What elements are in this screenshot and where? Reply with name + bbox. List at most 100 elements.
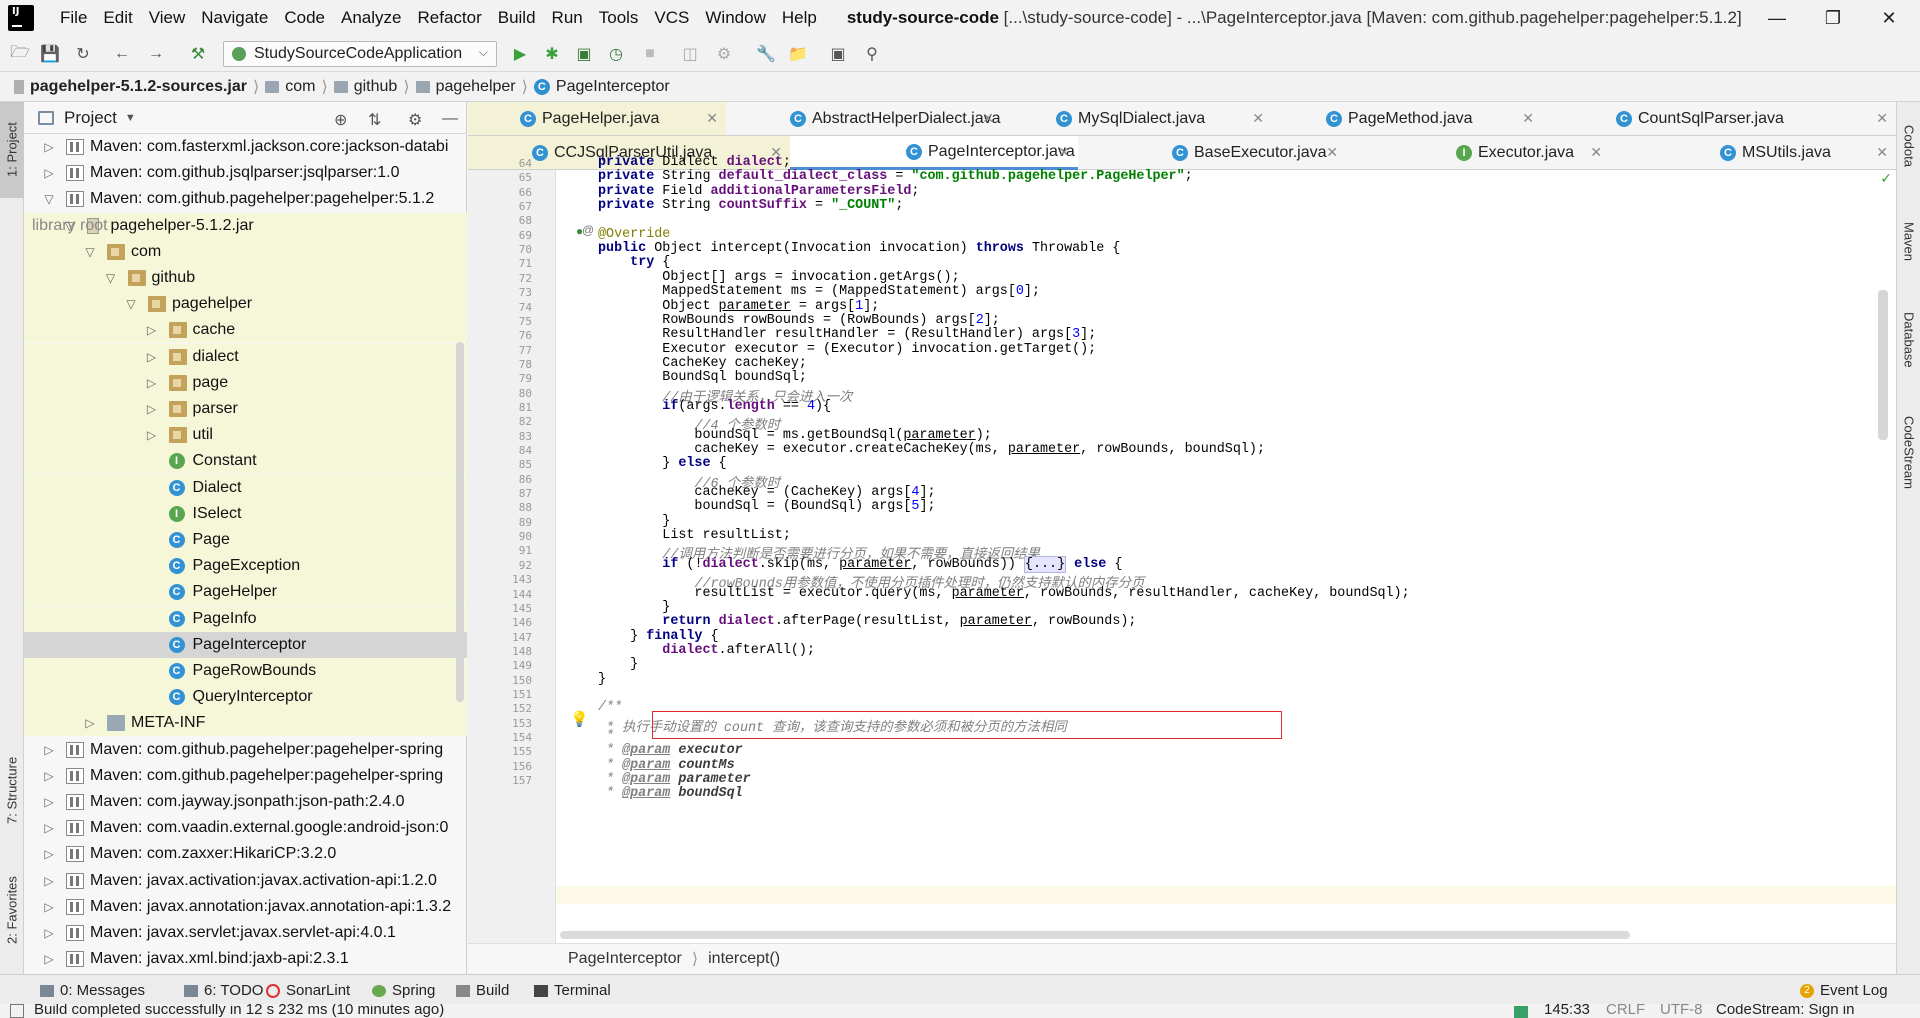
search-icon[interactable]: ⚲: [862, 44, 882, 64]
expand-right-icon[interactable]: ▷: [83, 716, 97, 730]
tool-event-log[interactable]: 2 Event Log: [1800, 982, 1888, 999]
tree-item-maven-lib[interactable]: ▷ Maven: com.github.jsqlparser:jsqlparser…: [24, 160, 467, 186]
close-tab-icon[interactable]: ✕: [1326, 144, 1338, 161]
code-line[interactable]: if (!dialect.skip(ms, parameter, rowBoun…: [598, 555, 1122, 573]
expand-right-icon[interactable]: ▷: [42, 769, 56, 783]
menu-view[interactable]: View: [141, 8, 194, 28]
forward-arrow-icon[interactable]: →: [146, 44, 166, 64]
crumb-com[interactable]: com: [265, 78, 315, 96]
tree-item-maven-lib[interactable]: ▷ Maven: javax.annotation:javax.annotatio…: [24, 894, 467, 920]
open-folder-icon[interactable]: 🗁: [10, 44, 30, 64]
expand-right-icon[interactable]: ▷: [42, 900, 56, 914]
tool-tab-database[interactable]: Database: [1897, 294, 1920, 386]
close-tab-icon[interactable]: ✕: [1522, 110, 1534, 127]
code-line[interactable]: dialect.afterAll();: [598, 643, 815, 658]
tree-item-interface[interactable]: I ISelect: [24, 500, 467, 527]
build-hammer-icon[interactable]: ⚒: [188, 44, 208, 64]
menu-vcs[interactable]: VCS: [646, 8, 697, 28]
close-tab-icon[interactable]: ✕: [1590, 144, 1602, 161]
crumb-pagehelper[interactable]: pagehelper: [415, 78, 516, 96]
tree-item-maven-lib[interactable]: ▷ Maven: com.zaxxer:HikariCP:3.2.0: [24, 841, 467, 867]
code-line[interactable]: cacheKey = (CacheKey) args[4];: [598, 485, 935, 500]
menu-analyze[interactable]: Analyze: [333, 8, 409, 28]
tree-item-maven-lib[interactable]: ▷ Maven: com.jayway.jsonpath:json-path:2.…: [24, 789, 467, 815]
code-line[interactable]: * @param countMs: [598, 758, 735, 773]
terminal-window-icon[interactable]: ▣: [828, 44, 848, 64]
codestream-status[interactable]: CodeStream: Sign in: [1716, 1004, 1854, 1018]
tree-item-maven-lib[interactable]: ▷ Maven: com.github.pagehelper:pagehelper…: [24, 737, 467, 763]
tool-todo[interactable]: 6: TODO: [184, 982, 263, 999]
expand-right-icon[interactable]: ▷: [42, 743, 56, 757]
file-encoding[interactable]: UTF-8: [1660, 1004, 1703, 1018]
code-line[interactable]: private Field additionalParametersField;: [598, 184, 919, 199]
menu-code[interactable]: Code: [276, 8, 333, 28]
code-line[interactable]: public Object intercept(Invocation invoc…: [598, 241, 1120, 256]
stop-icon[interactable]: ■: [640, 44, 660, 64]
tab-executor[interactable]: I Executor.java ✕: [1346, 136, 1610, 170]
code-line[interactable]: Object parameter = args[1];: [598, 299, 879, 314]
code-line[interactable]: resultList = executor.query(ms, paramete…: [598, 586, 1409, 601]
code-line[interactable]: * @param executor: [598, 743, 743, 758]
expand-right-icon[interactable]: ▷: [145, 376, 159, 390]
code-line[interactable]: Executor executor = (Executor) invocatio…: [598, 342, 1096, 357]
crumb-github[interactable]: github: [333, 78, 397, 96]
expand-right-icon[interactable]: ▷: [145, 323, 159, 337]
project-title[interactable]: Project: [64, 108, 117, 128]
close-tab-icon[interactable]: ✕: [1876, 144, 1888, 161]
close-tab-icon[interactable]: ✕: [982, 110, 994, 127]
project-structure-icon[interactable]: 📁: [788, 44, 808, 64]
code-line[interactable]: * 执行手动设置的 count 查询，该查询支持的参数必须和被分页的方法相同: [598, 715, 1067, 736]
editor-vertical-scrollbar[interactable]: [1878, 290, 1888, 440]
editor-horizontal-scrollbar[interactable]: [560, 931, 1630, 939]
expand-right-icon[interactable]: ▷: [145, 350, 159, 364]
inspection-ok-icon[interactable]: ✓: [1880, 170, 1892, 187]
menu-edit[interactable]: Edit: [95, 8, 140, 28]
menu-window[interactable]: Window: [697, 8, 773, 28]
run-icon[interactable]: ▶: [510, 44, 530, 64]
code-line[interactable]: @Override: [598, 227, 670, 242]
expand-down-icon[interactable]: ▽: [124, 297, 138, 311]
editor-crumb-method[interactable]: intercept(): [708, 950, 780, 968]
code-line[interactable]: MappedStatement ms = (MappedStatement) a…: [598, 284, 1040, 299]
tool-terminal[interactable]: Terminal: [534, 982, 611, 999]
menu-run[interactable]: Run: [544, 8, 591, 28]
tab-mysqldialect[interactable]: C MySqlDialect.java ✕: [1002, 102, 1272, 136]
lightbulb-icon[interactable]: 💡: [570, 710, 589, 728]
expand-right-icon[interactable]: ▷: [42, 795, 56, 809]
tree-item-class[interactable]: C PageException: [24, 553, 467, 580]
close-tab-icon[interactable]: ✕: [1876, 110, 1888, 127]
tab-abstracthelperdialect[interactable]: C AbstractHelperDialect.java ✕: [726, 102, 1002, 136]
code-line[interactable]: ResultHandler resultHandler = (ResultHan…: [598, 327, 1096, 342]
menu-tools[interactable]: Tools: [591, 8, 647, 28]
code-line[interactable]: private String default_dialect_class = "…: [598, 169, 1193, 184]
attach-debugger-icon[interactable]: ◫: [680, 44, 700, 64]
code-line[interactable]: * @param boundSql: [598, 786, 743, 801]
tree-item-class[interactable]: C PageInterceptor: [24, 631, 467, 658]
code-line[interactable]: }: [598, 657, 638, 672]
tree-item-package[interactable]: ▽ pagehelper: [24, 291, 467, 318]
expand-down-icon[interactable]: ▽: [83, 245, 97, 259]
tree-item-package[interactable]: ▷ cache: [24, 317, 467, 344]
expand-right-icon[interactable]: ▷: [42, 926, 56, 940]
tree-item-package[interactable]: ▷ util: [24, 422, 467, 449]
tree-item-maven-lib[interactable]: ▷ Maven: javax.xml.bind:jaxb-api:2.3.1: [24, 946, 467, 972]
tree-item-class[interactable]: C QueryInterceptor: [24, 684, 467, 711]
expand-right-icon[interactable]: ▷: [42, 821, 56, 835]
tree-item-maven-lib[interactable]: ▷ Maven: javax.servlet:javax.servlet-api:…: [24, 920, 467, 946]
tab-countsqlparser[interactable]: C CountSqlParser.java ✕: [1542, 102, 1896, 136]
editor-crumb-class[interactable]: PageInterceptor: [568, 950, 682, 968]
code-line[interactable]: try {: [598, 255, 670, 270]
tool-tab-maven[interactable]: Maven: [1897, 206, 1920, 278]
tree-item-class[interactable]: C PageRowBounds: [24, 658, 467, 684]
expand-right-icon[interactable]: ▷: [145, 402, 159, 416]
tree-item-library-jar[interactable]: ▽ pagehelper-5.1.2.jar library root: [24, 212, 467, 239]
line-separator[interactable]: CRLF: [1606, 1004, 1645, 1018]
tree-item-maven-lib[interactable]: ▷ Maven: com.fasterxml.jackson.core:jacks…: [24, 134, 467, 160]
tree-scrollbar[interactable]: [456, 342, 464, 702]
run-configuration-select[interactable]: StudySourceCodeApplication ⌵: [223, 41, 497, 67]
expand-right-icon[interactable]: ▷: [42, 166, 56, 180]
tool-sonarlint[interactable]: SonarLint: [266, 982, 350, 999]
back-arrow-icon[interactable]: ←: [112, 44, 132, 64]
crumb-pageinterceptor[interactable]: C PageInterceptor: [533, 78, 670, 96]
close-tab-icon[interactable]: ✕: [1252, 110, 1264, 127]
